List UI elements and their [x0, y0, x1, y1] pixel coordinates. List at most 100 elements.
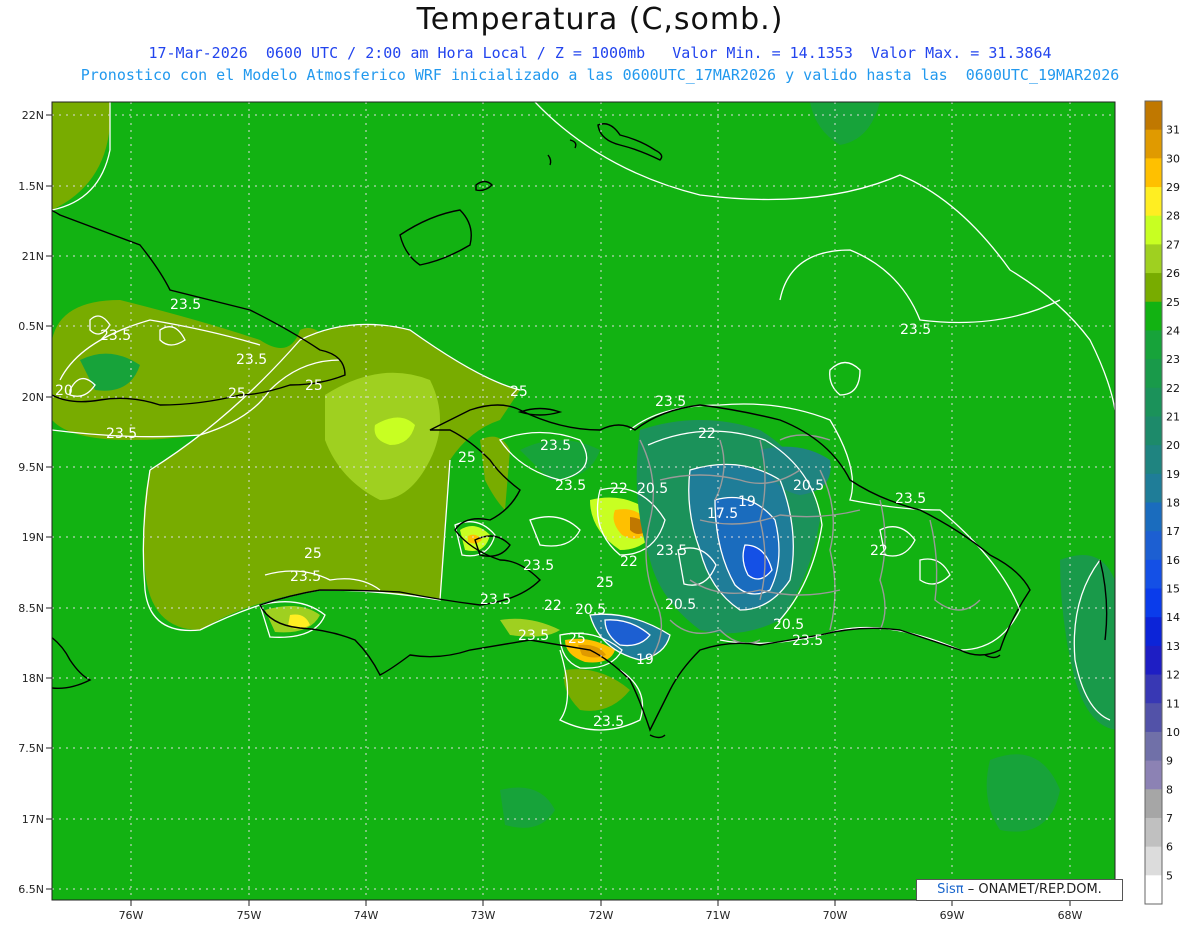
- colorbar-swatch: [1145, 760, 1162, 790]
- longitude-axis: 76W 75W 74W 73W 72W 71W 70W 69W 68W: [119, 900, 1083, 922]
- contour-label: 22: [544, 598, 562, 614]
- colorbar-swatch: [1145, 244, 1162, 274]
- colorbar-swatch: [1145, 359, 1162, 389]
- lon-label: 68W: [1058, 909, 1083, 922]
- colorbar-swatch: [1145, 703, 1162, 733]
- colorbar-tick-label: 8: [1166, 783, 1173, 796]
- contour-label: 19: [636, 652, 654, 668]
- colorbar-tick-label: 26: [1166, 267, 1180, 280]
- colorbar-swatch: [1145, 531, 1162, 561]
- colorbar-tick-label: 20: [1166, 439, 1180, 452]
- colorbar-swatch: [1145, 416, 1162, 446]
- lat-label: 17N: [22, 813, 44, 826]
- contour-label: 23.5: [900, 322, 931, 338]
- contour-label: 25: [510, 384, 528, 400]
- lon-label: 75W: [237, 909, 262, 922]
- lat-label: 20N: [22, 391, 44, 404]
- colorbar-swatch: [1145, 846, 1162, 876]
- colorbar-tick-label: 7: [1166, 812, 1173, 825]
- lat-label: 1.5N: [18, 180, 44, 193]
- colorbar-swatch: [1145, 129, 1162, 159]
- lat-label: 0.5N: [18, 320, 44, 333]
- contour-label: 22: [698, 426, 716, 442]
- contour-label: 23.5: [518, 628, 549, 644]
- colorbar-tick-label: 19: [1166, 468, 1180, 481]
- contour-label: 23.5: [895, 491, 926, 507]
- contour-label: 20.5: [575, 602, 606, 618]
- colorbar-swatch: [1145, 445, 1162, 475]
- contour-label: 23.5: [555, 478, 586, 494]
- colorbar-tick-label: 15: [1166, 583, 1180, 596]
- colorbar-tick-label: 24: [1166, 324, 1180, 337]
- lon-label: 74W: [354, 909, 379, 922]
- contour-label: 22: [610, 481, 628, 497]
- lon-label: 69W: [940, 909, 965, 922]
- contour-label: 25: [304, 546, 322, 562]
- colorbar-swatch: [1145, 588, 1162, 618]
- lat-label: 22N: [22, 109, 44, 122]
- colorbar-tick-label: 29: [1166, 181, 1180, 194]
- contour-label: 23.5: [523, 558, 554, 574]
- contour-label: 23.5: [100, 328, 131, 344]
- colorbar-tick-label: 6: [1166, 841, 1173, 854]
- lon-label: 70W: [823, 909, 848, 922]
- temperature-map: 23.5 23.5 23.5 23.5 25 25 20 23.5 23.5 2…: [18, 100, 1180, 922]
- colorbar-swatch: [1145, 473, 1162, 504]
- lat-label: 7.5N: [18, 742, 44, 755]
- contour-label: 20: [55, 383, 73, 399]
- lat-label: 18N: [22, 672, 44, 685]
- colorbar-tick-label: 27: [1166, 238, 1180, 251]
- colorbar-swatch: [1145, 674, 1162, 704]
- contour-label: 23.5: [540, 438, 571, 454]
- contour-label: 20.5: [773, 617, 804, 633]
- contour-label: 23.5: [290, 569, 321, 585]
- contour-label: 23.5: [656, 543, 687, 559]
- credit-brand: Sisπ: [937, 882, 964, 897]
- colorbar-swatch: [1145, 731, 1162, 762]
- colorbar-tick-label: 30: [1166, 152, 1180, 165]
- colorbar-tick-label: 21: [1166, 410, 1180, 423]
- colorbar-swatch: [1145, 502, 1162, 532]
- lat-label: 21N: [22, 250, 44, 263]
- colorbar-swatch: [1145, 559, 1162, 590]
- colorbar-swatch: [1145, 789, 1162, 819]
- contour-label: 25: [458, 450, 476, 466]
- lon-label: 76W: [119, 909, 144, 922]
- lat-label: 19N: [22, 531, 44, 544]
- contour-label: 22: [620, 554, 638, 570]
- contour-label: 20.5: [665, 597, 696, 613]
- colorbar-swatch: [1145, 158, 1162, 188]
- colorbar-tick-label: 25: [1166, 296, 1180, 309]
- contour-label: 25: [228, 386, 246, 402]
- contour-label: 23.5: [106, 426, 137, 442]
- contour-label: 23.5: [792, 633, 823, 649]
- lon-label: 72W: [589, 909, 614, 922]
- contour-label: 23.5: [593, 714, 624, 730]
- lon-label: 73W: [471, 909, 496, 922]
- colorbar-swatch: [1145, 301, 1162, 332]
- lon-label: 71W: [706, 909, 731, 922]
- contour-label: 25: [305, 378, 323, 394]
- contour-label: 23.5: [170, 297, 201, 313]
- contour-label: 23.5: [655, 394, 686, 410]
- contour-label: 20.5: [793, 478, 824, 494]
- colorbar-swatch: [1145, 817, 1162, 848]
- contour-label: 22: [870, 543, 888, 559]
- colorbar-tick-label: 9: [1166, 755, 1173, 768]
- colorbar-swatch: [1145, 645, 1162, 676]
- colorbar-tick-label: 14: [1166, 611, 1180, 624]
- contour-label: 23.5: [480, 592, 511, 608]
- colorbar-tick-label: 31: [1166, 124, 1180, 137]
- colorbar-tick-label: 18: [1166, 497, 1180, 510]
- colorbar-tick-label: 28: [1166, 210, 1180, 223]
- colorbar-swatch: [1145, 215, 1162, 245]
- colorbar-tick-label: 10: [1166, 726, 1180, 739]
- contour-label: 25: [568, 631, 586, 647]
- colorbar-swatch: [1145, 187, 1162, 217]
- contour-label: 20.5: [637, 481, 668, 497]
- colorbar-swatch: [1145, 330, 1162, 360]
- colorbar-tick-label: 11: [1166, 697, 1180, 710]
- colorbar-swatch: [1145, 387, 1162, 418]
- colorbar-tick-label: 13: [1166, 640, 1180, 653]
- contour-label: 23.5: [236, 352, 267, 368]
